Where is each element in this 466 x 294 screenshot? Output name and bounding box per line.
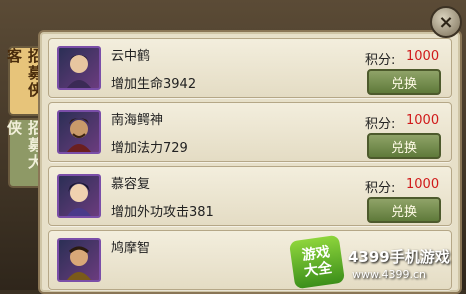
game-badge-icon: 游戏 大全 (288, 234, 346, 290)
watermark-url: www.4399.cn (352, 268, 426, 281)
exchange-button[interactable]: 兑换 (367, 133, 441, 159)
score-value: 1000 (406, 113, 440, 128)
hero-bonus: 增加法力729 (111, 141, 188, 156)
hero-name: 慕容复 (111, 177, 151, 192)
exchange-button[interactable]: 兑换 (367, 69, 441, 95)
hero-portrait (57, 238, 101, 282)
recruit-card: 慕容复 增加外功攻击381 积分: 1000 兑换 (48, 166, 452, 226)
hero-portrait (57, 110, 101, 154)
tab-recruit-xiake[interactable]: 招募侠客 (5, 46, 44, 116)
hero-portrait (57, 174, 101, 218)
hero-bonus: 增加生命3942 (111, 77, 197, 92)
hero-name: 鸠摩智 (111, 241, 151, 256)
close-button[interactable]: × (430, 6, 462, 38)
score-value: 1000 (406, 177, 440, 192)
exchange-button[interactable]: 兑换 (367, 197, 441, 223)
watermark-logo: 游戏 大全 4399手机游戏 www.4399.cn (288, 234, 462, 290)
hero-portrait (57, 46, 101, 90)
hero-name: 云中鹤 (111, 49, 151, 64)
score-label: 积分: (365, 181, 396, 196)
score-label: 积分: (365, 53, 396, 68)
hero-bonus: 增加外功攻击381 (111, 205, 214, 220)
tab-recruit-daxia[interactable]: 招募大侠 (5, 118, 44, 188)
score-label: 积分: (365, 117, 396, 132)
close-icon: × (438, 11, 454, 33)
watermark-brand: 4399手机游戏 (348, 248, 450, 266)
recruit-card: 南海鳄神 增加法力729 积分: 1000 兑换 (48, 102, 452, 162)
score-value: 1000 (406, 49, 440, 64)
badge-line2: 大全 (303, 260, 334, 280)
hero-name: 南海鳄神 (111, 113, 164, 128)
recruit-card: 云中鹤 增加生命3942 积分: 1000 兑换 (48, 38, 452, 98)
